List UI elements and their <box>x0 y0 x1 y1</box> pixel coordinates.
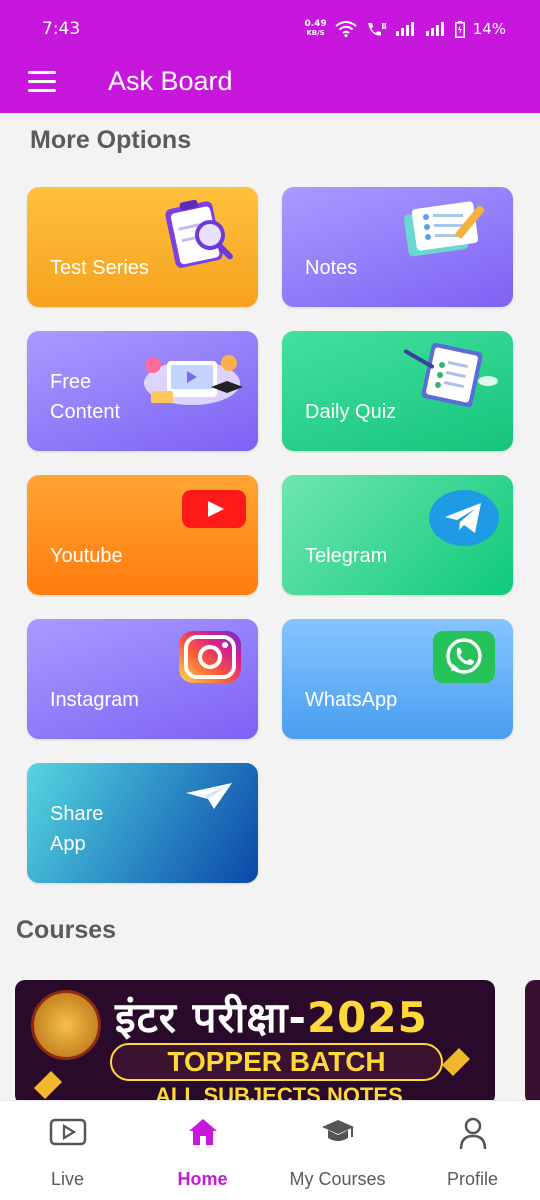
home-icon <box>188 1119 217 1145</box>
nav-home-label: Home <box>177 1169 228 1189</box>
nav-home[interactable]: Home <box>135 1101 270 1200</box>
whatsapp-icon <box>433 631 495 683</box>
notes-card[interactable]: Notes <box>282 187 513 307</box>
paper-plane-icon <box>186 783 232 809</box>
lantern-decoration-left <box>33 1070 63 1100</box>
course-headline: इंटर परीक्षा-2025 <box>115 988 428 1045</box>
speed-value: 0.49 <box>304 19 327 29</box>
course-headline-text: इंटर परीक्षा- <box>115 993 307 1042</box>
free-content-card[interactable]: Free Content <box>27 331 258 451</box>
status-icons: 0.49 KB/S 14% <box>304 20 506 39</box>
notes-icon <box>403 201 485 257</box>
instagram-label: Instagram <box>50 689 139 711</box>
nav-live-label: Live <box>50 1169 85 1189</box>
nav-profile-label: Profile <box>446 1169 499 1189</box>
instagram-icon <box>179 631 241 683</box>
course-banner[interactable]: इंटर परीक्षा-2025 TOPPER BATCH ALL SUBJE… <box>15 980 495 1105</box>
video-play-icon <box>49 1118 86 1146</box>
more-options-heading: More Options <box>30 126 192 154</box>
network-speed: 0.49 KB/S <box>304 20 326 38</box>
daily-quiz-label: Daily Quiz <box>305 401 397 423</box>
call-icon <box>367 23 386 36</box>
signal-icon-2 <box>425 22 444 36</box>
app-bar: 7:43 0.49 KB/S 14% Ask Board <box>0 0 540 113</box>
course-batch-pill: TOPPER BATCH <box>110 1043 443 1081</box>
test-series-icon <box>165 199 233 268</box>
telegram-icon <box>429 490 499 546</box>
lantern-decoration-right <box>441 1047 471 1077</box>
wifi-icon <box>335 21 357 37</box>
youtube-icon <box>182 490 246 528</box>
nav-live[interactable]: Live <box>0 1101 135 1200</box>
signal-icon-1 <box>395 22 414 36</box>
free-content-icon <box>144 355 243 405</box>
nav-my-courses[interactable]: My Courses <box>270 1101 405 1200</box>
instagram-card[interactable]: Instagram <box>27 619 258 739</box>
battery-percent: 14% <box>472 20 506 38</box>
youtube-label: Youtube <box>50 545 123 567</box>
telegram-label: Telegram <box>305 545 388 567</box>
next-course-card[interactable] <box>525 980 540 1105</box>
battery-icon <box>454 20 465 38</box>
share-app-card[interactable]: Share App <box>27 763 258 883</box>
graduation-cap-icon <box>321 1120 354 1141</box>
speed-unit: KB/S <box>306 29 325 37</box>
courses-heading: Courses <box>16 916 117 944</box>
page-title: Ask Board <box>108 66 233 96</box>
nav-profile[interactable]: Profile <box>405 1101 540 1200</box>
youtube-card[interactable]: Youtube <box>27 475 258 595</box>
status-time: 7:43 <box>42 19 81 39</box>
daily-quiz-card[interactable]: Daily Quiz <box>282 331 513 451</box>
daily-quiz-icon <box>404 342 498 408</box>
nav-my-courses-label: My Courses <box>289 1169 386 1189</box>
whatsapp-card[interactable]: WhatsApp <box>282 619 513 739</box>
share-app-label: Share App <box>50 803 104 855</box>
test-series-label: Test Series <box>50 257 149 279</box>
whatsapp-label: WhatsApp <box>305 689 398 711</box>
telegram-card[interactable]: Telegram <box>282 475 513 595</box>
course-year: 2025 <box>306 993 428 1042</box>
test-series-card[interactable]: Test Series <box>27 187 258 307</box>
menu-icon[interactable] <box>28 71 56 93</box>
notes-label: Notes <box>305 257 358 279</box>
free-content-label: Free Content <box>50 371 121 423</box>
bottom-nav: Live Home My Courses Profile <box>0 1100 540 1200</box>
board-seal-image <box>31 990 101 1060</box>
person-icon <box>459 1117 486 1150</box>
